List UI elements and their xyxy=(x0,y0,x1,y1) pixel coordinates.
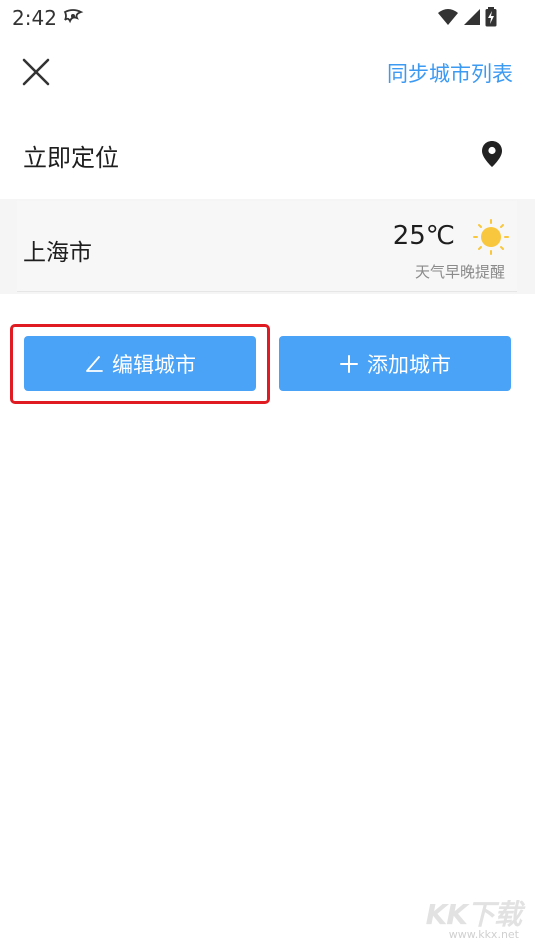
sync-city-list-link[interactable]: 同步城市列表 xyxy=(387,58,513,88)
plus-icon xyxy=(340,354,358,373)
city-list: 上海市 25℃ 天气早晚提醒 xyxy=(0,199,535,294)
edit-city-label: 编辑城市 xyxy=(112,352,196,377)
sunny-icon xyxy=(473,219,509,255)
city-temperature: 25℃ xyxy=(392,221,455,251)
status-icons xyxy=(437,7,497,27)
wifi-icon xyxy=(438,9,458,25)
add-city-label: 添加城市 xyxy=(367,352,451,377)
watermark-text: KK下载 xyxy=(425,898,522,931)
edit-city-button[interactable]: 编辑城市 xyxy=(24,336,256,391)
location-pin-icon xyxy=(482,141,502,167)
locate-now-label: 立即定位 xyxy=(23,144,119,172)
city-name: 上海市 xyxy=(23,240,92,266)
watermark-logo: KK下载 www.kkx.net xyxy=(391,891,522,941)
close-button[interactable] xyxy=(18,54,54,90)
locate-now-row[interactable]: 立即定位 xyxy=(0,112,535,198)
edit-icon xyxy=(86,355,103,372)
cellular-signal-icon xyxy=(464,9,480,25)
status-bar: 2:42 xyxy=(0,0,535,36)
app-notification-icon xyxy=(63,9,84,24)
weather-reminder-label[interactable]: 天气早晚提醒 xyxy=(415,261,505,282)
battery-charging-icon xyxy=(485,7,497,27)
close-icon xyxy=(22,58,50,86)
status-time: 2:42 xyxy=(12,6,57,30)
city-item-shanghai[interactable]: 上海市 25℃ 天气早晚提醒 xyxy=(17,201,517,292)
watermark-url: www.kkx.net xyxy=(448,928,519,941)
add-city-button[interactable]: 添加城市 xyxy=(279,336,511,391)
